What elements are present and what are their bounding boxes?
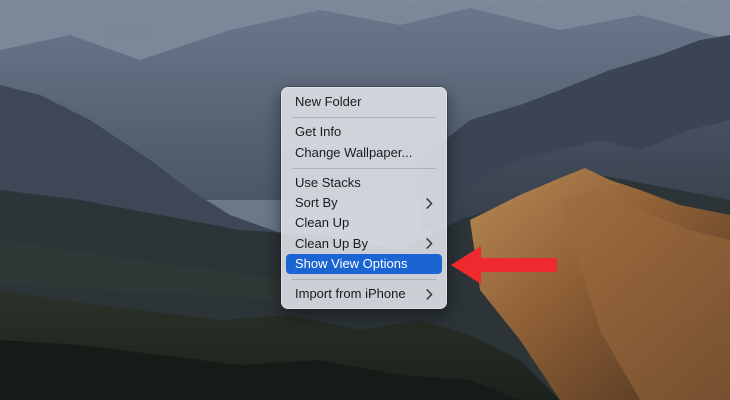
desktop-context-menu: New Folder Get Info Change Wallpaper... …: [281, 87, 447, 309]
menu-item-label: Clean Up By: [295, 235, 368, 251]
desktop[interactable]: New Folder Get Info Change Wallpaper... …: [0, 0, 730, 400]
chevron-right-icon: [424, 284, 434, 304]
menu-item-new-folder[interactable]: New Folder: [286, 92, 442, 112]
menu-item-clean-up-by[interactable]: Clean Up By: [286, 234, 442, 254]
menu-item-label: Sort By: [295, 195, 338, 211]
menu-item-use-stacks[interactable]: Use Stacks: [286, 173, 442, 193]
menu-separator: [292, 117, 436, 119]
chevron-right-icon: [424, 234, 434, 254]
menu-item-import-from-iphone[interactable]: Import from iPhone: [286, 284, 442, 304]
arrow-left-icon: [451, 246, 557, 284]
menu-item-change-wallpaper[interactable]: Change Wallpaper...: [286, 143, 442, 163]
menu-item-show-view-options[interactable]: Show View Options: [286, 254, 442, 275]
menu-separator: [292, 167, 436, 169]
chevron-right-icon: [424, 193, 434, 213]
menu-item-sort-by[interactable]: Sort By: [286, 193, 442, 213]
menu-item-label: Import from iPhone: [295, 286, 406, 302]
menu-separator: [292, 279, 436, 281]
menu-item-clean-up[interactable]: Clean Up: [286, 213, 442, 233]
menu-item-get-info[interactable]: Get Info: [286, 122, 442, 142]
